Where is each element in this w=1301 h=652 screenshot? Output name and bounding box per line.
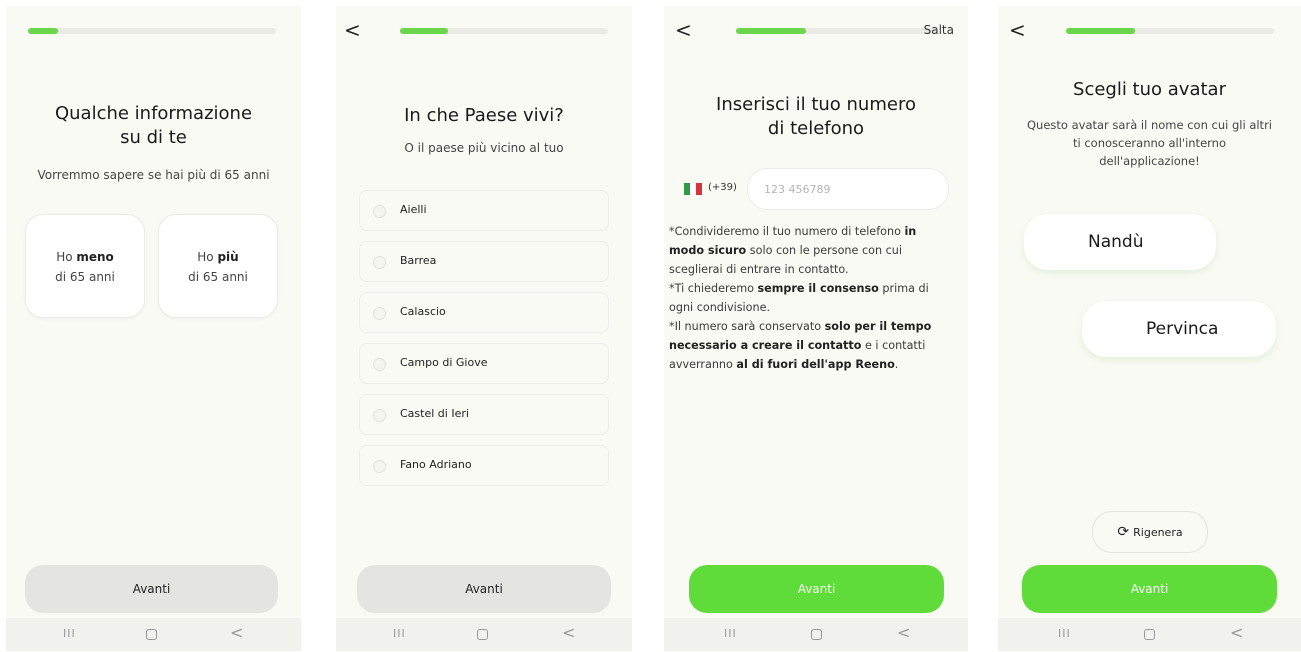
page-title: Qualche informazione su di te [54,103,253,148]
next-button[interactable]: Avanti [689,565,944,613]
system-nav-bar: III < [336,618,632,651]
list-item[interactable]: Aielli [359,190,609,231]
screen-age-info: Qualche informazione su di te Vorremmo s… [6,6,301,651]
list-item[interactable]: Fano Adriano [359,445,609,486]
progress-fill [400,28,448,34]
home-button[interactable] [146,629,157,640]
home-button[interactable] [811,629,822,640]
skip-link[interactable]: Salta [924,23,954,37]
note-2: *Ti chiederemo sempre il consenso prima … [669,282,929,314]
list-item[interactable]: Castel di Ieri [359,394,609,435]
list-item[interactable]: Campo di Giove [359,343,609,384]
system-back-button[interactable]: < [562,623,575,642]
home-button[interactable] [477,629,488,640]
page-subtitle: Vorremmo sapere se hai più di 65 anni [37,168,270,182]
radio-button[interactable] [373,307,386,320]
refresh-icon: ⟳ [1117,524,1130,540]
avatar-option-2[interactable]: Pervinca [1082,301,1276,357]
screen-avatar: < Scegli tuo avatar Questo avatar sarà i… [998,6,1301,651]
option-over-65[interactable]: Ho più di 65 anni [158,214,278,318]
radio-button[interactable] [373,205,386,218]
progress-bar [736,28,936,34]
list-item[interactable]: Barrea [359,241,609,282]
progress-fill [28,28,58,34]
country-list: Aielli Barrea Calascio Campo di Giove Ca… [359,190,609,500]
system-back-button[interactable]: < [230,623,243,642]
system-nav-bar: III < [998,618,1301,651]
progress-bar [28,28,276,34]
note-1: *Condivideremo il tuo numero di telefono… [669,225,917,276]
system-back-button[interactable]: < [1230,623,1243,642]
recent-apps-button[interactable]: III [393,627,406,640]
note-3: *Il numero sarà conservato solo per il t… [669,320,932,371]
chevron-left-icon[interactable]: < [675,18,692,42]
radio-button[interactable] [373,358,386,371]
radio-button[interactable] [373,256,386,269]
recent-apps-button[interactable]: III [724,627,737,640]
recent-apps-button[interactable]: III [63,627,76,640]
radio-button[interactable] [373,460,386,473]
recent-apps-button[interactable]: III [1058,627,1071,640]
radio-button[interactable] [373,409,386,422]
progress-fill [1066,28,1135,34]
chevron-left-icon[interactable]: < [1009,18,1026,42]
avatar-option-1[interactable]: Nandù [1024,214,1216,270]
phone-row: (+39) [682,168,952,210]
page-title: Inserisci il tuo numero di telefono [716,94,916,139]
chevron-left-icon[interactable]: < [344,18,361,42]
avatar-description: Questo avatar sarà il nome con cui gli a… [1026,118,1272,168]
progress-bar [400,28,608,34]
country-prefix[interactable]: (+39) [708,182,737,193]
progress-bar [1066,28,1274,34]
screen-country: < In che Paese vivi? O il paese più vici… [336,6,632,651]
screen-phone: < Salta Inserisci il tuo numero di telef… [664,6,968,651]
page-title: In che Paese vivi? [404,105,564,126]
phone-input[interactable] [747,168,949,210]
privacy-notes: *Condivideremo il tuo numero di telefono… [669,222,954,374]
regenerate-button[interactable]: ⟳ Rigenera [1092,511,1208,553]
home-button[interactable] [1144,629,1155,640]
page-title: Scegli tuo avatar [1073,79,1226,100]
page-subtitle: O il paese più vicino al tuo [404,141,564,155]
next-button[interactable]: Avanti [357,565,611,613]
system-nav-bar: III < [6,618,301,651]
italy-flag-icon[interactable] [684,183,702,195]
system-nav-bar: III < [664,618,968,651]
next-button[interactable]: Avanti [1022,565,1277,613]
list-item[interactable]: Calascio [359,292,609,333]
option-under-65[interactable]: Ho meno di 65 anni [25,214,145,318]
next-button[interactable]: Avanti [25,565,278,613]
progress-fill [736,28,806,34]
system-back-button[interactable]: < [897,623,910,642]
